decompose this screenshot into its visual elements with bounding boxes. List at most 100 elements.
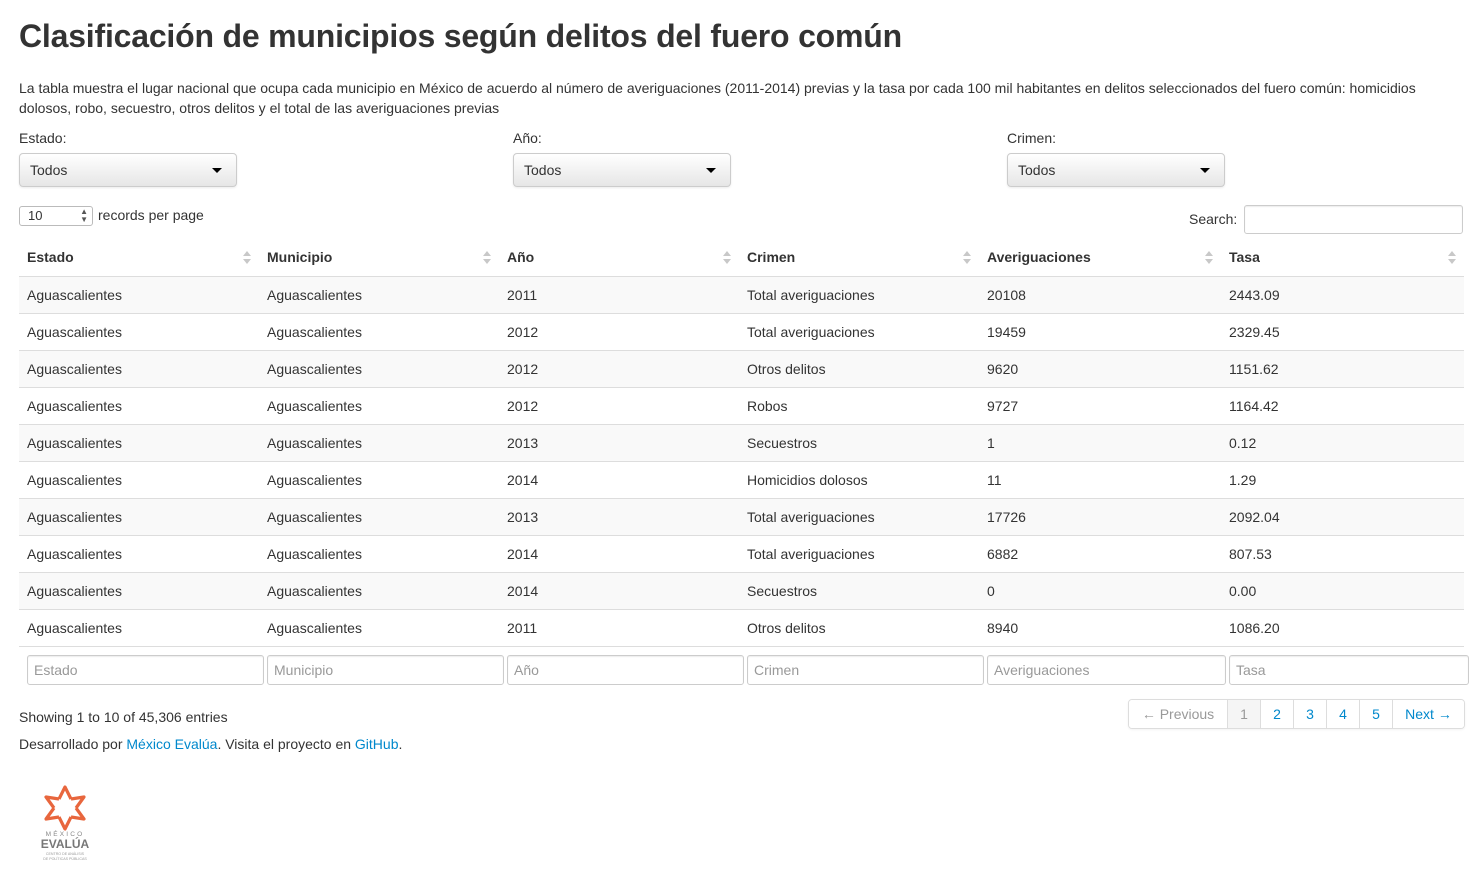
cell-municipio: Aguascalientes [259, 423, 499, 461]
records-per-page-select[interactable]: 10 ▲ ▼ [19, 206, 93, 226]
page-button-2[interactable]: 2 [1260, 700, 1293, 728]
column-header-label: Estado [27, 249, 74, 266]
cell-estado: Aguascalientes [19, 423, 259, 461]
cell-tasa: 1164.42 [1221, 386, 1464, 424]
cell-ano: 2012 [499, 312, 739, 350]
crimen-dropdown[interactable]: Todos [1007, 153, 1225, 187]
column-header-crimen[interactable]: Crimen [739, 239, 979, 277]
page-title: Clasificación de municipios según delito… [19, 18, 902, 54]
cell-municipio: Aguascalientes [259, 608, 499, 647]
data-table: Estado Municipio Año Crimen Averiguacion… [19, 239, 1464, 647]
filter-input-municipio[interactable] [267, 655, 504, 685]
cell-municipio: Aguascalientes [259, 571, 499, 609]
previous-page-button[interactable]: ← Previous [1129, 700, 1227, 728]
cell-tasa: 807.53 [1221, 534, 1464, 572]
page-button-3[interactable]: 3 [1293, 700, 1326, 728]
column-header-estado[interactable]: Estado [19, 239, 259, 277]
cell-estado: Aguascalientes [19, 349, 259, 387]
table-row: Aguascalientes Aguascalientes 2011 Total… [19, 275, 1464, 313]
filter-label-estado: Estado: [19, 130, 67, 146]
column-header-label: Averiguaciones [987, 249, 1091, 266]
cell-ano: 2012 [499, 349, 739, 387]
search-input[interactable] [1244, 205, 1463, 234]
column-header-tasa[interactable]: Tasa [1221, 239, 1464, 277]
cell-crimen: Otros delitos [739, 608, 979, 647]
sort-icon [963, 251, 971, 265]
filter-input-crimen[interactable] [747, 655, 984, 685]
cell-ano: 2013 [499, 497, 739, 535]
filter-label-crimen: Crimen: [1007, 130, 1057, 146]
cell-municipio: Aguascalientes [259, 349, 499, 387]
cell-estado: Aguascalientes [19, 312, 259, 350]
cell-crimen: Otros delitos [739, 349, 979, 387]
cell-crimen: Total averiguaciones [739, 275, 979, 313]
table-row: Aguascalientes Aguascalientes 2012 Otros… [19, 349, 1464, 387]
credits: Desarrollado por México Evalúa. Visita e… [19, 736, 402, 752]
cell-crimen: Secuestros [739, 571, 979, 609]
records-per-page-label: records per page [98, 207, 204, 223]
cell-tasa: 1151.62 [1221, 349, 1464, 387]
ano-dropdown[interactable]: Todos [513, 153, 731, 187]
logo-sub-text-1: CENTRO DE ANÁLISIS [46, 852, 85, 856]
page: Clasificación de municipios según delito… [0, 0, 1481, 878]
cell-tasa: 2443.09 [1221, 275, 1464, 313]
cell-crimen: Secuestros [739, 423, 979, 461]
column-header-label: Tasa [1229, 249, 1260, 266]
cell-tasa: 1.29 [1221, 460, 1464, 498]
cell-ano: 2011 [499, 608, 739, 647]
filter-label-ano: Año: [513, 130, 542, 146]
estado-dropdown-value: Todos [30, 162, 68, 178]
cell-averiguaciones: 0 [979, 571, 1221, 609]
cell-municipio: Aguascalientes [259, 312, 499, 350]
cell-tasa: 1086.20 [1221, 608, 1464, 647]
sort-icon [1448, 251, 1456, 265]
cell-estado: Aguascalientes [19, 497, 259, 535]
column-header-ano[interactable]: Año [499, 239, 739, 277]
cell-averiguaciones: 9727 [979, 386, 1221, 424]
github-link[interactable]: GitHub [355, 736, 399, 752]
cell-tasa: 0.00 [1221, 571, 1464, 609]
ano-dropdown-value: Todos [524, 162, 562, 178]
cell-municipio: Aguascalientes [259, 497, 499, 535]
cell-tasa: 2092.04 [1221, 497, 1464, 535]
cell-averiguaciones: 19459 [979, 312, 1221, 350]
mexico-evalua-logo: MÉXICO EVALÚA CENTRO DE ANÁLISIS DE POLÍ… [41, 785, 90, 861]
cell-averiguaciones: 8940 [979, 608, 1221, 647]
cell-estado: Aguascalientes [19, 460, 259, 498]
table-row: Aguascalientes Aguascalientes 2014 Total… [19, 534, 1464, 572]
page-button-5[interactable]: 5 [1359, 700, 1392, 728]
cell-averiguaciones: 9620 [979, 349, 1221, 387]
table-row: Aguascalientes Aguascalientes 2013 Total… [19, 497, 1464, 535]
column-header-label: Municipio [267, 249, 333, 266]
cell-estado: Aguascalientes [19, 275, 259, 313]
table-row: Aguascalientes Aguascalientes 2011 Otros… [19, 608, 1464, 647]
page-button-1[interactable]: 1 [1227, 700, 1260, 728]
cell-tasa: 0.12 [1221, 423, 1464, 461]
table-row: Aguascalientes Aguascalientes 2012 Robos… [19, 386, 1464, 424]
column-header-municipio[interactable]: Municipio [259, 239, 499, 277]
table-row: Aguascalientes Aguascalientes 2014 Homic… [19, 460, 1464, 498]
filter-input-tasa[interactable] [1229, 655, 1469, 685]
logo-sub-text-2: DE POLÍTICAS PÚBLICAS [43, 856, 87, 861]
filter-input-averiguaciones[interactable] [987, 655, 1226, 685]
table-row: Aguascalientes Aguascalientes 2012 Total… [19, 312, 1464, 350]
credits-prefix: Desarrollado por [19, 736, 127, 752]
cell-ano: 2012 [499, 386, 739, 424]
cell-crimen: Robos [739, 386, 979, 424]
column-header-averiguaciones[interactable]: Averiguaciones [979, 239, 1221, 277]
cell-estado: Aguascalientes [19, 534, 259, 572]
cell-estado: Aguascalientes [19, 386, 259, 424]
next-page-button[interactable]: Next → [1392, 700, 1464, 728]
cell-averiguaciones: 6882 [979, 534, 1221, 572]
mexico-evalua-link[interactable]: México Evalúa [126, 736, 217, 752]
table-info: Showing 1 to 10 of 45,306 entries [19, 709, 228, 725]
page-button-4[interactable]: 4 [1326, 700, 1359, 728]
sort-icon [723, 251, 731, 265]
filter-input-estado[interactable] [27, 655, 264, 685]
credits-middle: . Visita el proyecto en [217, 736, 355, 752]
filter-input-ano[interactable] [507, 655, 744, 685]
cell-estado: Aguascalientes [19, 608, 259, 647]
estado-dropdown[interactable]: Todos [19, 153, 237, 187]
credits-suffix: . [398, 736, 403, 752]
page-description: La tabla muestra el lugar nacional que o… [19, 80, 1416, 116]
